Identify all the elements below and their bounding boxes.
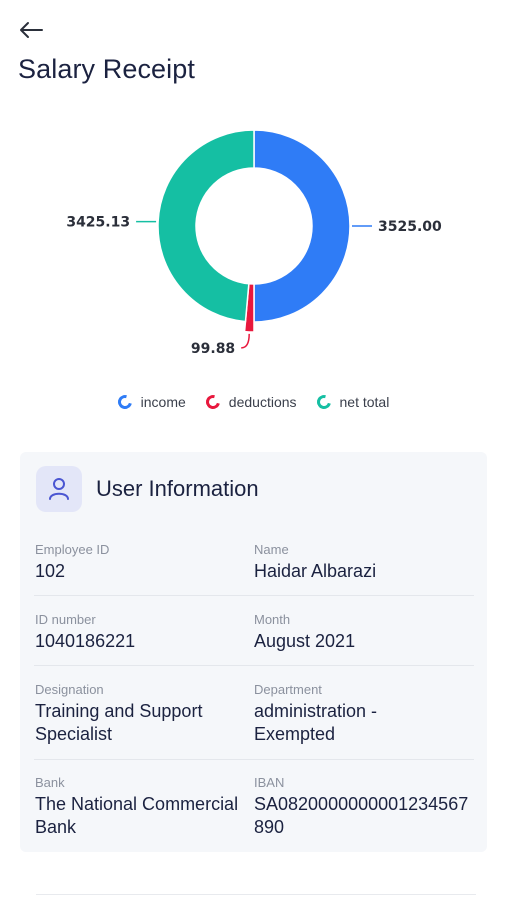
name-field: Name Haidar Albarazi — [254, 542, 469, 583]
field-value: The National Commercial Bank — [35, 794, 239, 837]
deductions-legend-icon — [203, 392, 223, 412]
data-label-net-total: 3425.13 — [66, 215, 130, 231]
field-label: Department — [254, 682, 322, 697]
legend-label: deductions — [228, 394, 297, 410]
legend-label: net total — [339, 394, 390, 410]
field-label: IBAN — [254, 775, 285, 790]
page-title: Salary Receipt — [18, 54, 195, 84]
leader-line — [241, 333, 250, 349]
field-value: administration - Exempted — [254, 701, 378, 744]
divider — [34, 759, 474, 760]
field-label: ID number — [35, 612, 96, 627]
divider — [34, 595, 474, 596]
field-value: SA0820000000001234567890 — [254, 794, 469, 837]
income-legend-icon — [115, 392, 135, 412]
field-value: 102 — [35, 561, 66, 581]
iban-field: IBAN SA0820000000001234567890 — [254, 775, 469, 839]
designation-field: Designation Training and Support Special… — [35, 682, 250, 746]
field-label: Name — [254, 542, 289, 557]
field-label: Month — [254, 612, 291, 627]
data-label-income: 3525.00 — [378, 219, 442, 235]
bank-field: Bank The National Commercial Bank — [35, 775, 250, 839]
divider — [34, 665, 474, 666]
month-field: Month August 2021 — [254, 612, 469, 653]
arrow-left-icon — [20, 22, 43, 38]
user-information-card: User Information Employee ID 102 Name Ha… — [20, 452, 487, 852]
user-icon — [36, 466, 82, 512]
section-divider — [36, 894, 476, 895]
field-value: August 2021 — [254, 631, 356, 651]
salary-donut-chart: 3525.00 99.88 3425.13 — [66, 129, 442, 357]
field-label: Employee ID — [35, 542, 110, 557]
net-total-legend-icon — [313, 392, 334, 412]
field-label: Designation — [35, 682, 104, 697]
slice-income[interactable] — [253, 129, 351, 323]
field-value: Training and Support Specialist — [35, 701, 203, 744]
field-value: 1040186221 — [35, 631, 136, 651]
field-value: Haidar Albarazi — [254, 561, 377, 581]
legend-item-net-total[interactable]: net total — [313, 392, 390, 412]
department-field: Department administration - Exempted — [254, 682, 404, 746]
slice-net-total[interactable] — [157, 129, 255, 323]
id-number-field: ID number 1040186221 — [35, 612, 250, 653]
back-button[interactable] — [16, 16, 46, 44]
card-header: User Information — [36, 466, 259, 512]
legend-label: income — [140, 394, 186, 410]
card-title: User Information — [96, 476, 259, 501]
employee-id-field: Employee ID 102 — [35, 542, 250, 583]
legend-item-deductions[interactable]: deductions — [203, 392, 297, 412]
chart-legend: income deductions net total — [0, 392, 507, 412]
field-label: Bank — [35, 775, 65, 790]
legend-item-income[interactable]: income — [115, 392, 186, 412]
data-label-deductions: 99.88 — [191, 341, 235, 357]
